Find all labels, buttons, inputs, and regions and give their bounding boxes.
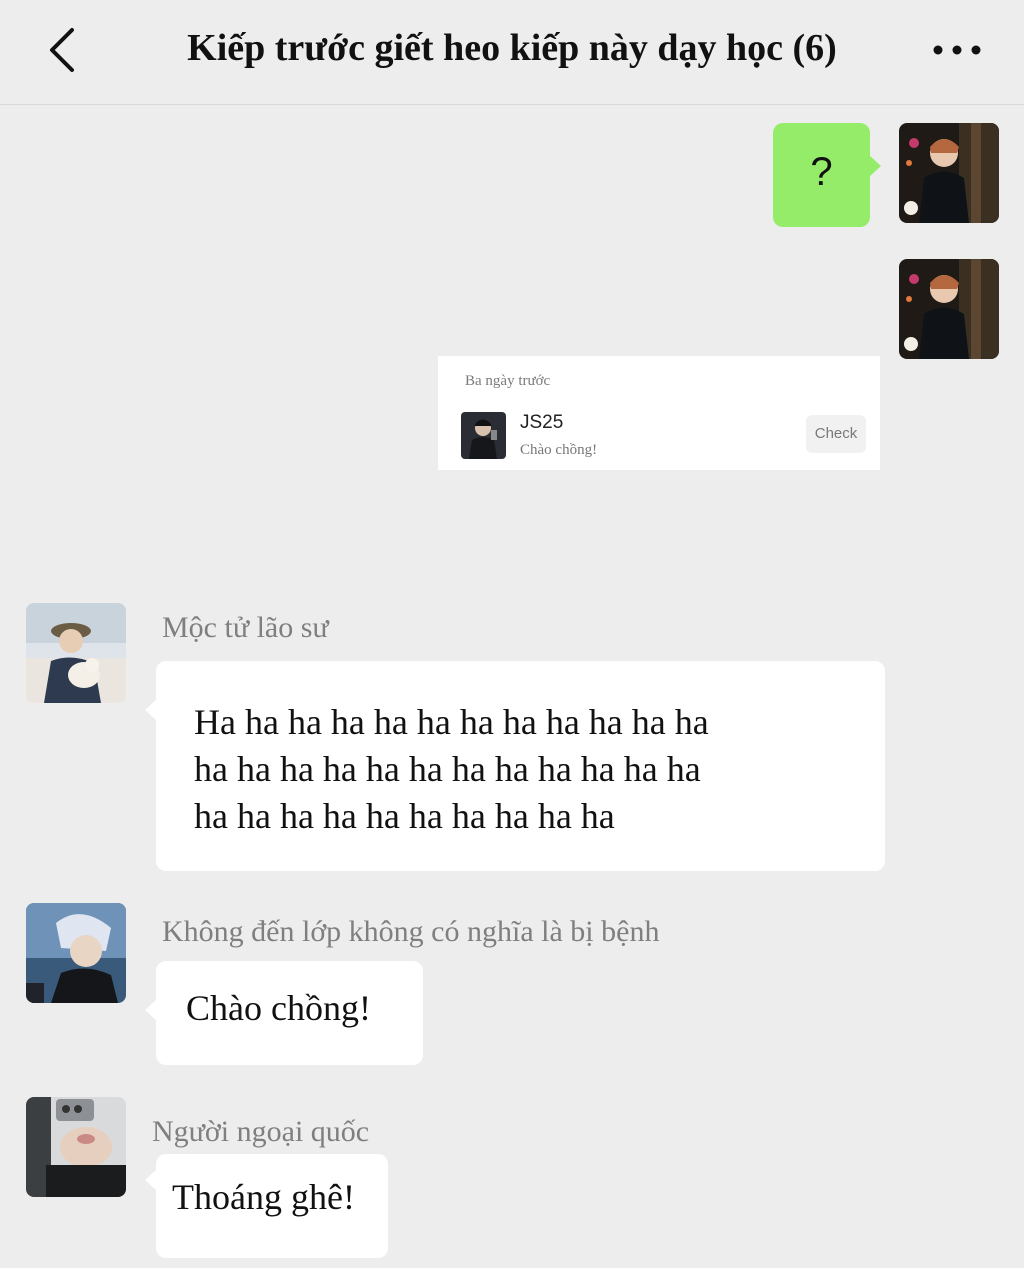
more-button[interactable]	[928, 30, 988, 70]
message-bubble[interactable]: Thoáng ghê!	[145, 1154, 388, 1258]
card-thumbnail	[461, 412, 506, 459]
message-text: Chào chồng!	[186, 988, 371, 1028]
message-text: Ha ha ha ha ha ha ha ha ha ha ha ha ha h…	[194, 699, 709, 840]
sender-avatar[interactable]	[26, 603, 126, 703]
message-line: Ha ha ha ha ha ha ha ha ha ha ha ha	[194, 702, 709, 742]
sender-name: Không đến lớp không có nghĩa là bị bệnh	[162, 915, 660, 948]
card-timestamp: Ba ngày trước	[465, 373, 551, 389]
message-text: Thoáng ghê!	[172, 1177, 355, 1217]
chat-header: Kiếp trước giết heo kiếp này dạy học (6)	[0, 0, 1024, 105]
sender-avatar[interactable]	[26, 1097, 126, 1197]
own-message-bubble[interactable]: ?	[773, 123, 881, 227]
card-check-button[interactable]: Check	[806, 415, 866, 453]
sender-name: Mộc tử lão sư	[162, 611, 329, 644]
sender-avatar[interactable]	[26, 903, 126, 1003]
chat-title: Kiếp trước giết heo kiếp này dạy học (6)	[187, 27, 837, 69]
more-dots-icon	[933, 45, 981, 55]
chevron-left-icon	[50, 28, 74, 72]
own-avatar[interactable]	[899, 123, 999, 223]
message-line: ha ha ha ha ha ha ha ha ha ha	[194, 796, 615, 836]
back-button[interactable]	[40, 25, 90, 75]
own-avatar[interactable]	[899, 259, 999, 359]
own-message-text: ?	[810, 150, 833, 194]
sender-name: Người ngoại quốc	[152, 1115, 370, 1148]
message-line: ha ha ha ha ha ha ha ha ha ha ha ha	[194, 749, 701, 789]
message-bubble[interactable]: Chào chồng!	[145, 961, 423, 1065]
card-preview-text: Chào chồng!	[520, 442, 598, 458]
shared-contact-card[interactable]: Ba ngày trước JS25 Chào chồng! Check	[438, 356, 880, 470]
message-bubble[interactable]: Ha ha ha ha ha ha ha ha ha ha ha ha ha h…	[145, 661, 885, 871]
card-contact-name: JS25	[520, 412, 564, 433]
